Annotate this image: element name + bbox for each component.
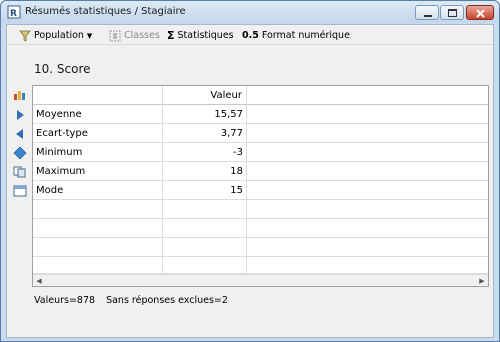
row-value: -3 xyxy=(164,143,247,162)
population-menu[interactable]: Population ▼ xyxy=(19,29,92,42)
row-value: 3,77 xyxy=(164,124,247,143)
classes-icon xyxy=(109,30,121,41)
maximize-button[interactable] xyxy=(440,5,464,20)
next-icon[interactable] xyxy=(13,109,27,121)
empty-cell xyxy=(164,238,247,257)
prev-icon[interactable] xyxy=(13,128,27,140)
svg-text:R: R xyxy=(10,9,17,19)
app-icon: R xyxy=(7,5,21,19)
row-value: 18 xyxy=(164,162,247,181)
close-button[interactable] xyxy=(466,5,494,20)
chevron-down-icon: ▼ xyxy=(86,31,93,40)
excluded-count: Sans réponses exclues=2 xyxy=(106,295,228,306)
sigma-icon: Σ xyxy=(167,29,175,42)
table-row-empty xyxy=(33,219,488,238)
chart-icon[interactable] xyxy=(13,89,27,101)
filter-icon xyxy=(19,30,31,42)
table-row[interactable]: Minimum -3 xyxy=(33,143,488,162)
format-label: Format numérique xyxy=(261,30,350,41)
horizontal-scrollbar[interactable]: ◀ ▶ xyxy=(33,274,488,286)
format-numerique-button[interactable]: 0.5 Format numérique xyxy=(242,29,350,42)
row-label: Ecart-type xyxy=(33,124,163,143)
empty-cell xyxy=(33,238,163,257)
row-value: 15,57 xyxy=(164,105,247,124)
row-label: Minimum xyxy=(33,143,163,162)
statistiques-label: Statistiques xyxy=(177,30,234,41)
row-label: Mode xyxy=(33,181,163,200)
format-prefix: 0.5 xyxy=(242,30,259,41)
table-row-empty xyxy=(33,257,488,274)
row-value: 15 xyxy=(164,181,247,200)
diamond-icon[interactable] xyxy=(13,147,27,159)
copy-icon[interactable] xyxy=(13,166,27,178)
window-icon[interactable] xyxy=(13,185,27,197)
classes-button[interactable]: Classes xyxy=(109,29,160,42)
page-title: 10. Score xyxy=(34,62,91,76)
scroll-left-icon[interactable]: ◀ xyxy=(33,275,45,286)
minimize-button[interactable] xyxy=(415,5,439,20)
table-row[interactable]: Ecart-type 3,77 xyxy=(33,124,488,143)
empty-cell xyxy=(33,219,163,238)
empty-cell xyxy=(164,219,247,238)
classes-label: Classes xyxy=(124,30,160,41)
empty-cell xyxy=(33,200,163,219)
window: R Résumés statistiques / Stagiaire Popul… xyxy=(0,0,500,342)
empty-cell xyxy=(164,200,247,219)
scroll-right-icon[interactable]: ▶ xyxy=(476,275,488,286)
header-label-cell xyxy=(33,86,163,105)
empty-cell xyxy=(164,257,247,274)
window-title: Résumés statistiques / Stagiaire xyxy=(25,6,186,17)
status-bar: Valeurs=878 Sans réponses exclues=2 xyxy=(34,295,228,306)
table-row-empty xyxy=(33,200,488,219)
statistiques-button[interactable]: Σ Statistiques xyxy=(167,29,234,42)
row-label: Maximum xyxy=(33,162,163,181)
table-row[interactable]: Maximum 18 xyxy=(33,162,488,181)
empty-cell xyxy=(33,257,163,274)
toolbar: Population ▼ Classes Σ Statistiques 0.5 … xyxy=(7,25,493,45)
values-count: Valeurs=878 xyxy=(34,295,96,306)
table-row[interactable]: Mode 15 xyxy=(33,181,488,200)
table-header: Valeur xyxy=(33,86,488,105)
header-value-cell: Valeur xyxy=(164,86,247,105)
table-row[interactable]: Moyenne 15,57 xyxy=(33,105,488,124)
close-icon xyxy=(476,9,485,18)
table-row-empty xyxy=(33,238,488,257)
statistics-table: Valeur Moyenne 15,57 Ecart-type 3,77 Min… xyxy=(32,85,489,287)
client-area: Population ▼ Classes Σ Statistiques 0.5 … xyxy=(6,24,494,338)
title-bar: R Résumés statistiques / Stagiaire xyxy=(1,1,499,23)
row-label: Moyenne xyxy=(33,105,163,124)
population-label: Population xyxy=(34,30,84,41)
